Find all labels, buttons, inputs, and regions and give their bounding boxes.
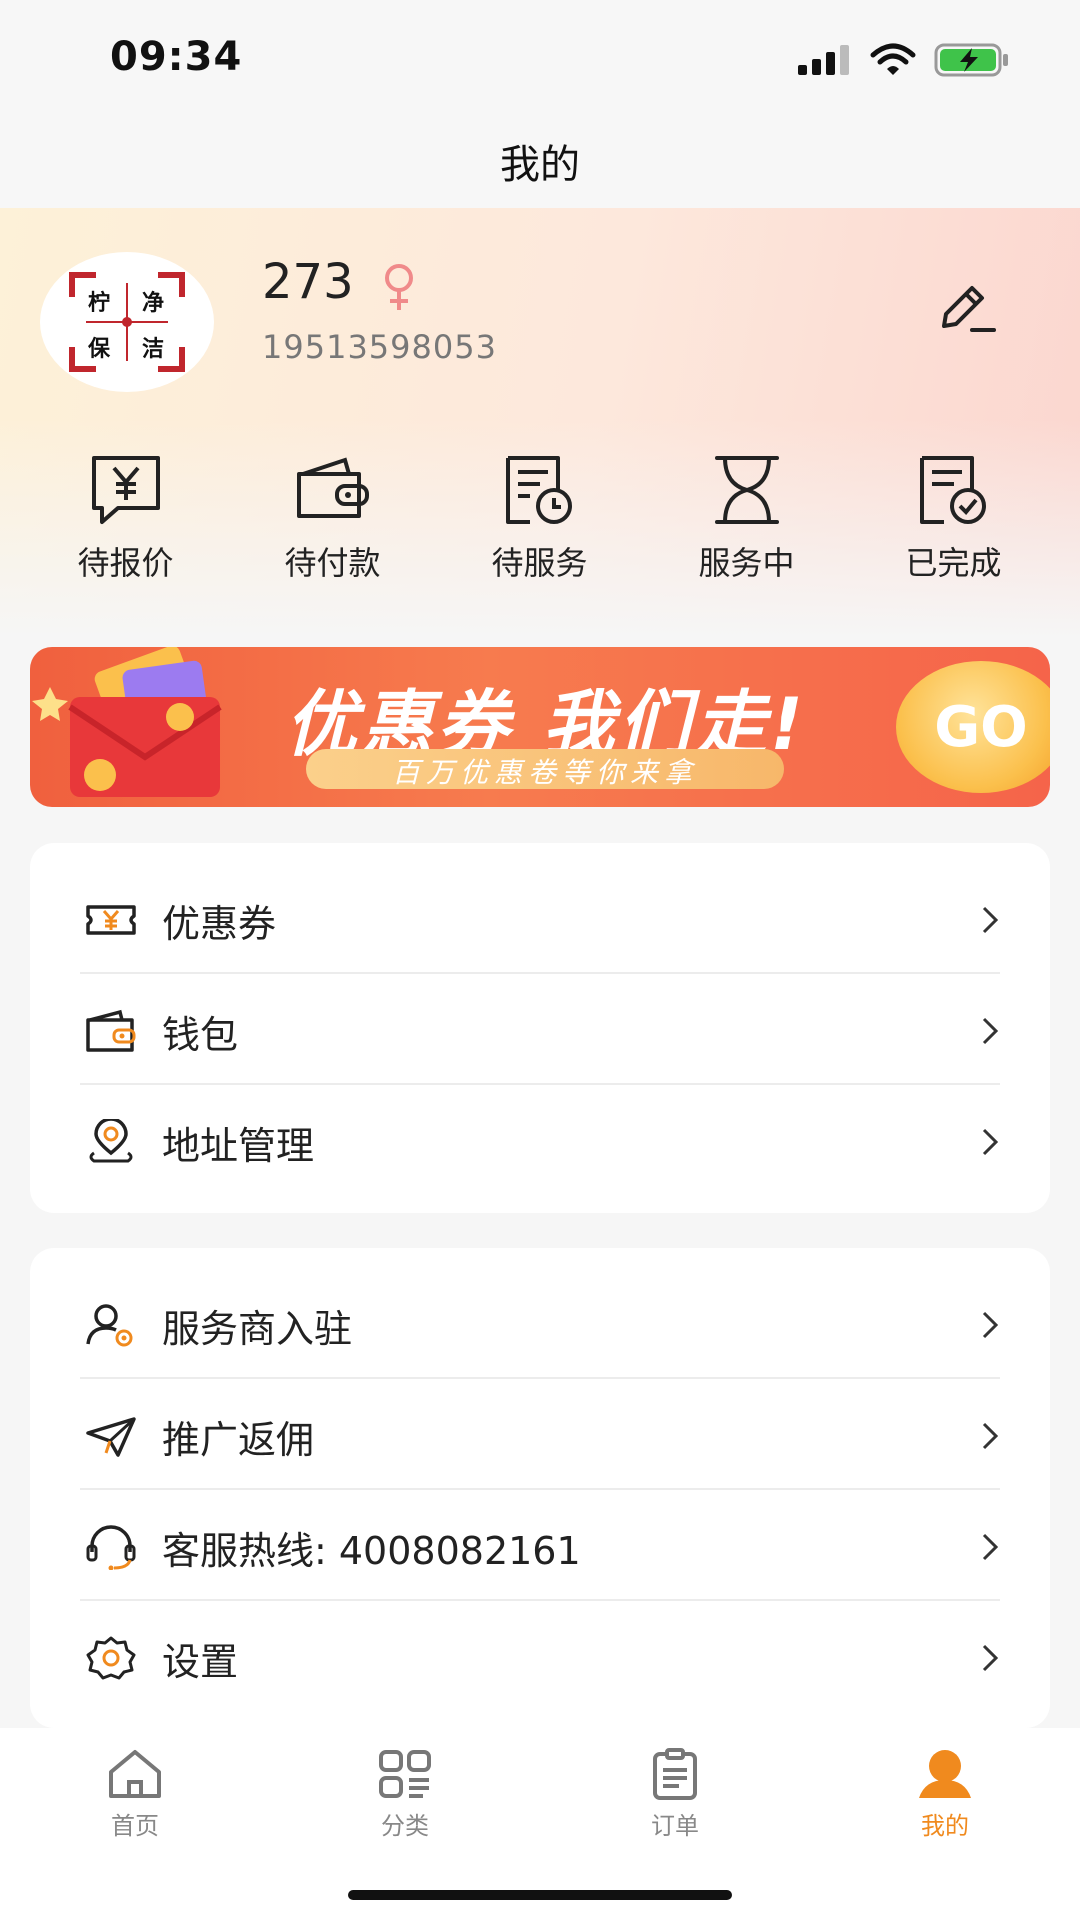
menu-item-wallet[interactable]: 钱包	[80, 974, 1000, 1085]
user-name: 273	[262, 254, 354, 310]
person-icon	[919, 1750, 971, 1798]
logo-char: 净	[142, 291, 165, 316]
home-indicator	[348, 1890, 732, 1900]
tab-home[interactable]: 首页	[65, 1748, 205, 1841]
menu-item-label: 钱包	[162, 1013, 239, 1057]
wallet-icon	[296, 457, 369, 518]
chevron-right-icon	[982, 1644, 999, 1672]
hourglass-icon	[714, 456, 779, 524]
profile-page: 09:34 我的 柠 净 保 洁 273 19513598053 待报价 待付款…	[0, 0, 1080, 1920]
tab-mine[interactable]: 我的	[875, 1748, 1015, 1841]
order-status-pending-service[interactable]: 待服务	[436, 454, 643, 594]
chevron-right-icon	[982, 1311, 999, 1339]
order-status-label: 待报价	[77, 544, 174, 582]
quote-icon	[91, 456, 160, 524]
menu-item-label: 地址管理	[162, 1124, 315, 1168]
red-envelope-illustration	[32, 647, 222, 797]
menu-item-label: 客服热线: 4008082161	[162, 1529, 581, 1573]
brand-logo: 柠 净 保 洁	[66, 267, 188, 377]
chevron-right-icon	[982, 1533, 999, 1561]
order-status-label: 已完成	[905, 544, 1002, 582]
user-phone: 19513598053	[262, 328, 497, 366]
order-status-label: 待付款	[284, 544, 381, 582]
coupon-icon	[86, 905, 136, 935]
menu-item-label: 推广返佣	[162, 1418, 315, 1462]
logo-char: 保	[88, 337, 111, 362]
order-status-label: 待服务	[491, 544, 588, 582]
tab-label: 分类	[381, 1812, 429, 1840]
menu-item-label: 服务商入驻	[162, 1307, 353, 1351]
tab-categories[interactable]: 分类	[335, 1748, 475, 1841]
edit-profile-icon[interactable]	[936, 280, 998, 336]
tab-label: 订单	[651, 1812, 699, 1840]
location-icon	[89, 1119, 133, 1163]
clock-doc-icon	[505, 456, 572, 524]
banner-go-label: GO	[934, 694, 1028, 760]
chevron-right-icon	[982, 1128, 999, 1156]
chevron-right-icon	[982, 1017, 999, 1045]
wifi-icon	[870, 43, 916, 75]
order-status-row: 待报价 待付款 待服务 服务中 已完成	[0, 454, 1080, 594]
status-icons	[798, 40, 1010, 80]
menu-item-label: 优惠券	[162, 902, 277, 946]
navbar: 我的	[0, 110, 1080, 208]
logo-char: 柠	[88, 291, 111, 316]
order-status-label: 服务中	[698, 544, 795, 582]
tab-label: 我的	[921, 1812, 969, 1840]
menu-card-account: 优惠券 钱包 地址管理	[30, 843, 1050, 1213]
female-icon	[385, 264, 413, 310]
order-status-pending-payment[interactable]: 待付款	[229, 454, 436, 594]
paper-plane-icon	[86, 1417, 136, 1457]
menu-item-referral-commission[interactable]: 推广返佣	[80, 1379, 1000, 1490]
status-bar: 09:34	[0, 0, 1080, 110]
coupon-banner[interactable]: 优惠券 我们走! 百万优惠卷等你来拿 GO	[30, 647, 1050, 807]
clipboard-icon	[653, 1748, 697, 1800]
menu-item-label: 设置	[162, 1640, 239, 1684]
menu-item-coupons[interactable]: 优惠券	[80, 863, 1000, 974]
logo-char: 洁	[142, 337, 165, 362]
status-time: 09:34	[110, 34, 243, 80]
banner-subtitle: 百万优惠卷等你来拿	[391, 756, 698, 789]
order-status-pending-quote[interactable]: 待报价	[22, 454, 229, 594]
order-status-completed[interactable]: 已完成	[850, 454, 1057, 594]
wallet-icon	[86, 1009, 136, 1052]
chevron-right-icon	[982, 1422, 999, 1450]
avatar[interactable]: 柠 净 保 洁	[40, 252, 214, 392]
menu-item-settings[interactable]: 设置	[80, 1601, 1000, 1712]
battery-icon	[934, 43, 1008, 77]
tab-label: 首页	[111, 1812, 159, 1840]
menu-item-address[interactable]: 地址管理	[80, 1085, 1000, 1196]
chevron-right-icon	[982, 906, 999, 934]
page-title: 我的	[500, 142, 580, 188]
check-doc-icon	[919, 456, 986, 524]
gear-icon	[86, 1636, 136, 1680]
grid-icon	[379, 1750, 431, 1798]
menu-card-services: 服务商入驻 推广返佣 客服热线: 4008082161 设置	[30, 1248, 1050, 1728]
home-icon	[109, 1750, 161, 1798]
headset-icon	[86, 1525, 136, 1570]
banner-go-button[interactable]: GO	[896, 661, 1050, 793]
tab-orders[interactable]: 订单	[605, 1748, 745, 1841]
menu-item-customer-hotline[interactable]: 客服热线: 4008082161	[80, 1490, 1000, 1601]
menu-item-provider-signup[interactable]: 服务商入驻	[80, 1268, 1000, 1379]
user-gear-icon	[86, 1304, 133, 1347]
order-status-in-service[interactable]: 服务中	[643, 454, 850, 594]
signal-icon	[798, 45, 849, 75]
